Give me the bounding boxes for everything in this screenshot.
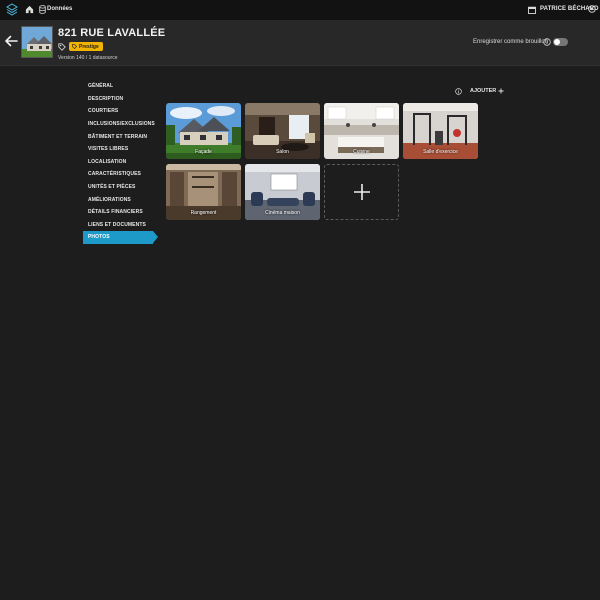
sidebar-item-financiers[interactable]: DÉTAILS FINANCIERS — [83, 206, 158, 219]
sidebar-item-localisation[interactable]: LOCALISATION — [83, 156, 158, 169]
back-arrow-icon[interactable] — [4, 34, 18, 48]
sidebar-item-unites[interactable]: UNITÉS ET PIÈCES — [83, 181, 158, 194]
sidebar-item-description[interactable]: DESCRIPTION — [83, 93, 158, 106]
photo-label: Salle d'exercice — [423, 149, 458, 155]
add-photo-label: AJOUTER — [470, 88, 497, 94]
calendar-icon[interactable] — [528, 6, 536, 14]
property-thumbnail[interactable] — [21, 26, 53, 58]
photo-card[interactable]: Façade — [166, 103, 241, 159]
page-title: 821 RUE LAVALLÉE — [58, 27, 166, 39]
listing-header: 821 RUE LAVALLÉE Prestige Version 140 / … — [0, 20, 600, 66]
status-badge-label: Prestige — [79, 43, 99, 50]
sidebar-item-courtiers[interactable]: COURTIERS — [83, 105, 158, 118]
photos-info-icon[interactable] — [455, 88, 462, 95]
photo-label: Rangement — [190, 210, 217, 216]
home-icon[interactable] — [25, 5, 34, 14]
sidebar-item-batiment[interactable]: BÂTIMENT ET TERRAIN — [83, 130, 158, 143]
app-logo-icon[interactable] — [6, 3, 18, 17]
sidebar-item-general[interactable]: GÉNÉRAL — [83, 80, 158, 93]
sidebar-item-visites[interactable]: VISITES LIBRES — [83, 143, 158, 156]
sidebar-item-caracteristiques[interactable]: CARACTÉRISTIQUES — [83, 168, 158, 181]
photo-card[interactable]: Cinéma maison — [245, 164, 320, 220]
photo-label: Salon — [276, 149, 289, 155]
plus-icon — [353, 184, 370, 200]
plus-icon — [498, 88, 504, 94]
breadcrumb[interactable]: Données — [47, 6, 72, 12]
info-icon[interactable] — [543, 38, 551, 46]
database-icon — [39, 5, 46, 14]
sidebar-item-inclusions[interactable]: INCLUSIONS/EXCLUSIONS — [83, 118, 158, 131]
user-settings-icon[interactable] — [588, 5, 596, 13]
sidebar-item-photos[interactable]: PHOTOS — [83, 231, 158, 244]
toggle-knob — [554, 39, 560, 45]
photo-card[interactable]: Cuisine — [324, 103, 399, 159]
photo-card[interactable]: Rangement — [166, 164, 241, 220]
top-bar: Données PATRICE BÉCHARD — [0, 0, 600, 20]
photo-label: Cuisine — [353, 149, 370, 155]
photo-label: Cinéma maison — [265, 210, 300, 216]
badge-tag-icon — [72, 44, 77, 49]
draft-toggle-label: Enregistrer comme brouillon — [473, 39, 549, 45]
add-photo-tile[interactable] — [324, 164, 399, 220]
sidebar-item-ameliorations[interactable]: AMÉLIORATIONS — [83, 193, 158, 206]
draft-toggle[interactable] — [553, 38, 568, 46]
photo-label: Façade — [195, 149, 212, 155]
sidebar-item-liens[interactable]: LIENS ET DOCUMENTS — [83, 219, 158, 232]
tag-icon[interactable] — [58, 43, 66, 51]
photo-card[interactable]: Salon — [245, 103, 320, 159]
photo-card[interactable]: Salle d'exercice — [403, 103, 478, 159]
version-info: Version 140 / 1 datasource — [58, 55, 118, 61]
house-thumbnail-icon — [22, 27, 52, 57]
section-sidebar: GÉNÉRAL DESCRIPTION COURTIERS INCLUSIONS… — [83, 80, 158, 244]
status-badge: Prestige — [69, 42, 103, 51]
add-photo-button[interactable]: AJOUTER — [470, 88, 504, 94]
